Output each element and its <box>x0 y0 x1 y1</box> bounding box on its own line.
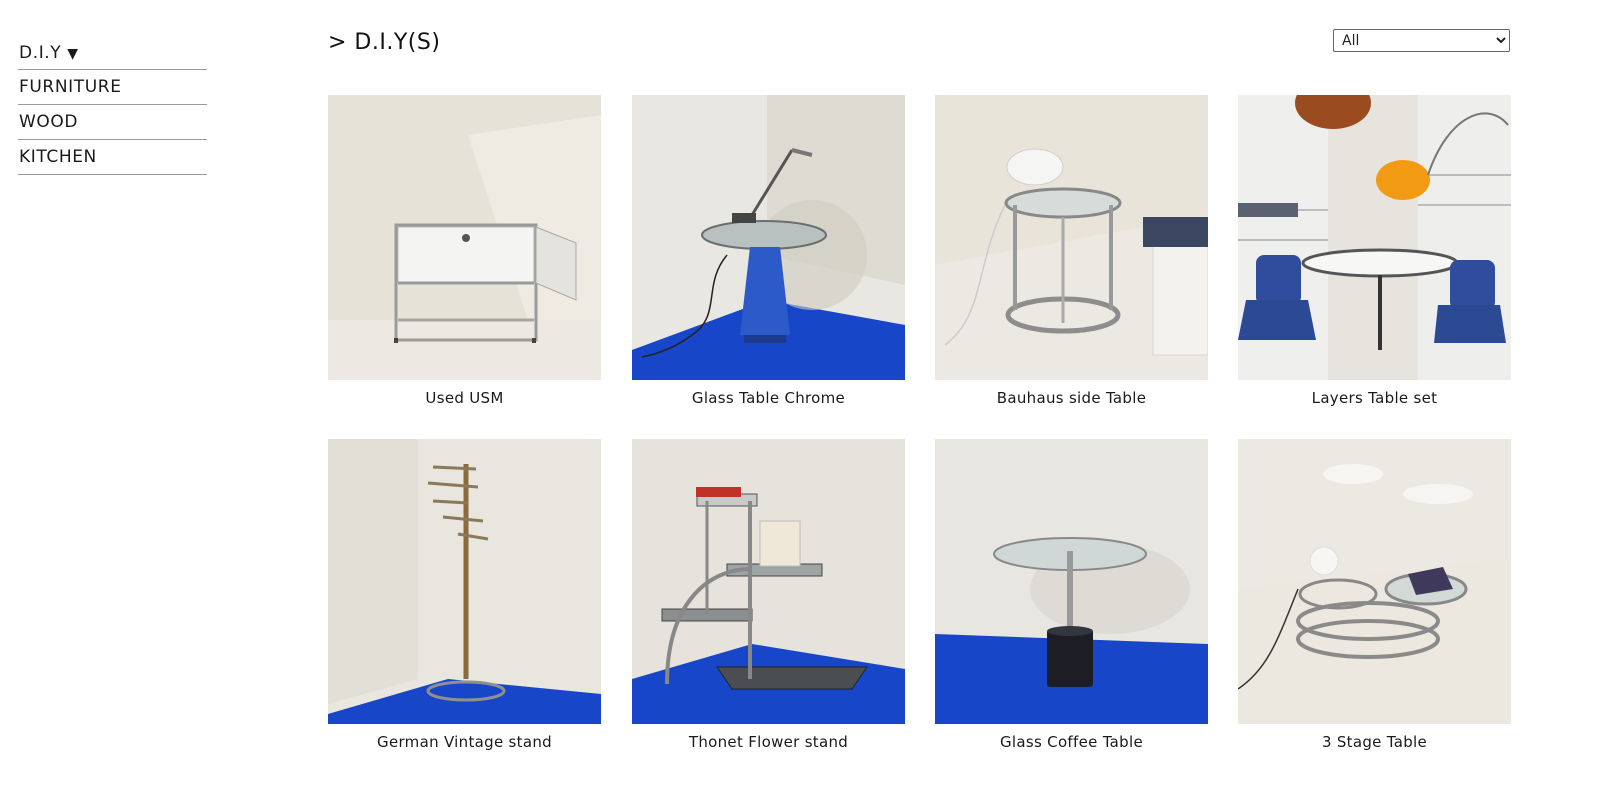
sidebar-item-label: KITCHEN <box>19 147 97 167</box>
product-name[interactable]: Glass Coffee Table <box>935 733 1208 751</box>
product-card-glass-table-chrome[interactable]: Glass Table Chrome <box>632 95 905 407</box>
product-card-thonet-flower-stand[interactable]: Thonet Flower stand <box>632 439 905 751</box>
sidebar-item-diy[interactable]: D.I.Y ▼ <box>18 36 207 70</box>
sidebar-item-wood[interactable]: WOOD <box>18 105 207 140</box>
product-image-layers-table-set[interactable] <box>1238 95 1511 380</box>
product-name[interactable]: Layers Table set <box>1238 389 1511 407</box>
product-card-used-usm[interactable]: Used USM <box>328 95 601 407</box>
product-image-3-stage-table[interactable] <box>1238 439 1511 724</box>
sidebar-item-label: D.I.Y <box>19 42 62 63</box>
sidebar-item-kitchen[interactable]: KITCHEN <box>18 140 207 175</box>
product-image-glass-coffee-table[interactable] <box>935 439 1208 724</box>
category-sidebar: D.I.Y ▼ FURNITURE WOOD KITCHEN <box>18 36 207 175</box>
product-card-bauhaus-side-table[interactable]: Bauhaus side Table <box>935 95 1208 407</box>
product-name[interactable]: German Vintage stand <box>328 733 601 751</box>
product-name[interactable]: 3 Stage Table <box>1238 733 1511 751</box>
sidebar-item-label: WOOD <box>19 112 79 132</box>
product-name[interactable]: Used USM <box>328 389 601 407</box>
product-image-glass-table-chrome[interactable] <box>632 95 905 380</box>
product-image-thonet-flower-stand[interactable] <box>632 439 905 724</box>
sidebar-item-furniture[interactable]: FURNITURE <box>18 70 207 105</box>
product-card-layers-table-set[interactable]: Layers Table set <box>1238 95 1511 407</box>
product-card-german-vintage-stand[interactable]: German Vintage stand <box>328 439 601 751</box>
product-card-3-stage-table[interactable]: 3 Stage Table <box>1238 439 1511 751</box>
product-name[interactable]: Thonet Flower stand <box>632 733 905 751</box>
product-image-german-vintage-stand[interactable] <box>328 439 601 724</box>
sidebar-item-label: FURNITURE <box>19 77 122 97</box>
product-image-used-usm[interactable] <box>328 95 601 380</box>
product-name[interactable]: Bauhaus side Table <box>935 389 1208 407</box>
product-name[interactable]: Glass Table Chrome <box>632 389 905 407</box>
triangle-down-icon[interactable]: ▼ <box>67 47 78 61</box>
page-title: > D.I.Y(S) <box>328 30 441 55</box>
product-image-bauhaus-side-table[interactable] <box>935 95 1208 380</box>
filter-select[interactable]: All <box>1333 29 1510 52</box>
product-card-glass-coffee-table[interactable]: Glass Coffee Table <box>935 439 1208 751</box>
